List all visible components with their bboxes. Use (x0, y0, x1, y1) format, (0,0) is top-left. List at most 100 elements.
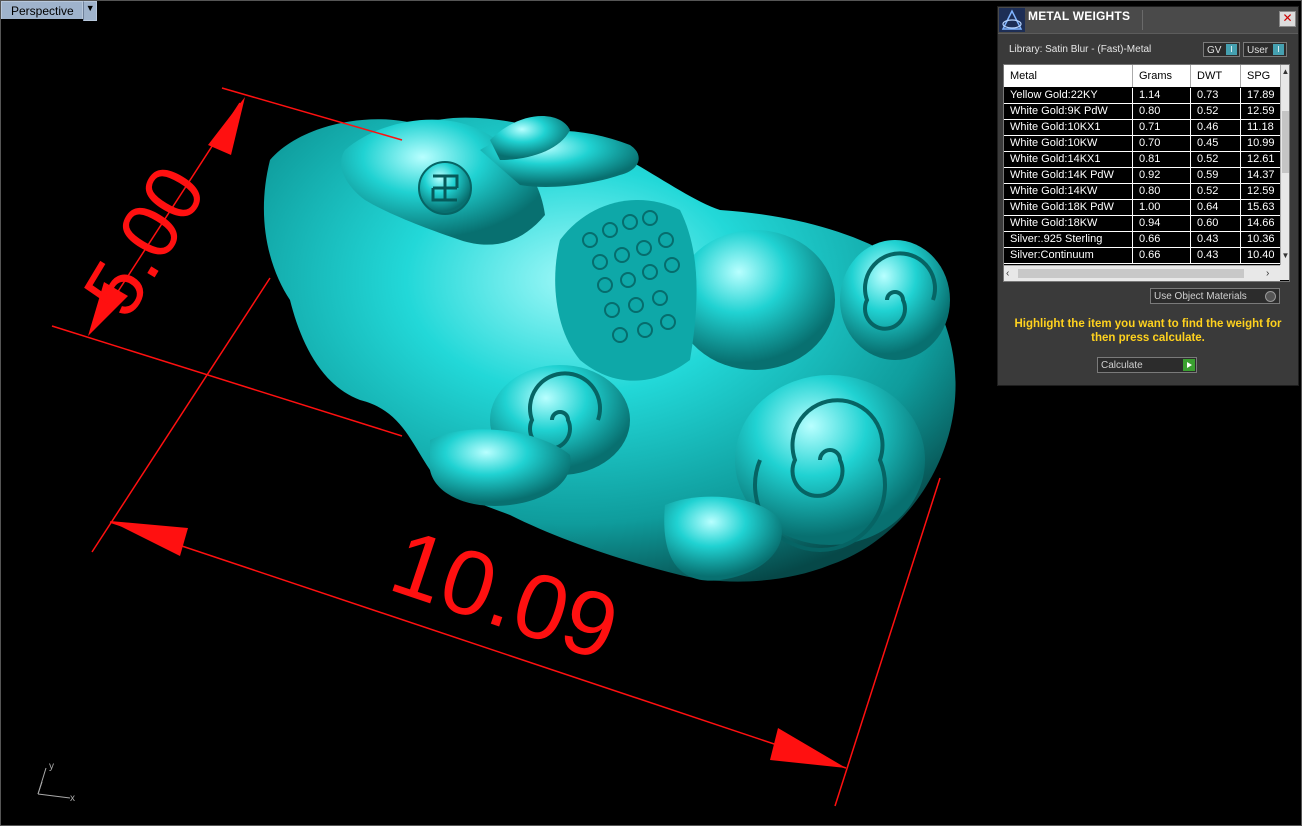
length-extension-left (91, 277, 271, 553)
jade-figurine-model[interactable] (263, 116, 956, 582)
panel-titlebar[interactable]: METAL WEIGHTS ✕ (998, 7, 1298, 34)
column-header-spg[interactable]: SPG (1241, 65, 1281, 87)
use-object-materials-label: Use Object Materials (1154, 291, 1247, 302)
table-body: Yellow Gold:22KY 1.14 0.73 17.89 White Gold:… (1004, 88, 1281, 264)
calculate-label: Calculate (1101, 360, 1143, 371)
viewport-menu-arrow-icon[interactable]: ▼ (82, 1, 97, 21)
close-icon[interactable]: ✕ (1279, 11, 1296, 27)
gv-toggle[interactable]: GV I (1203, 42, 1240, 57)
height-arrow-top (208, 97, 245, 155)
cell-spg: 10.40 (1241, 248, 1281, 263)
scroll-up-arrow-icon[interactable]: ▲ (1281, 67, 1289, 77)
scroll-right-arrow-icon[interactable]: › (1266, 266, 1276, 281)
cell-metal: Silver:.925 Sterling (1004, 232, 1133, 247)
table-row[interactable]: White Gold:18K PdW 1.00 0.64 15.63 (1004, 200, 1281, 216)
column-header-metal[interactable]: Metal (1004, 65, 1133, 87)
cell-grams: 0.71 (1133, 120, 1191, 135)
toggle-indicator-icon: I (1226, 44, 1237, 55)
column-header-dwt[interactable]: DWT (1191, 65, 1241, 87)
titlebar-divider (1142, 10, 1143, 30)
table-row[interactable]: Silver:.925 Sterling 0.66 0.43 10.36 (1004, 232, 1281, 248)
table-header: Metal Grams DWT SPG (1004, 65, 1280, 87)
cell-grams: 0.94 (1133, 216, 1191, 231)
instruction-text: Highlight the item you want to find the … (1014, 318, 1282, 344)
scrollbar-corner (1280, 265, 1289, 280)
cell-grams: 0.80 (1133, 104, 1191, 119)
table-row[interactable]: White Gold:10KX1 0.71 0.46 11.18 (1004, 120, 1281, 136)
vertical-scroll-thumb[interactable] (1282, 111, 1289, 173)
metal-weights-panel[interactable]: METAL WEIGHTS ✕ Library: Satin Blur - (F… (997, 6, 1299, 386)
use-object-materials-option[interactable]: Use Object Materials (1150, 288, 1280, 304)
cell-grams: 0.70 (1133, 136, 1191, 151)
vertical-scrollbar[interactable]: ▲ ▼ (1280, 65, 1289, 265)
radio-icon[interactable] (1265, 291, 1276, 302)
table-row[interactable]: Silver:Continuum 0.66 0.43 10.40 (1004, 248, 1281, 264)
cell-dwt: 0.52 (1191, 104, 1241, 119)
table-row[interactable]: White Gold:18KW 0.94 0.60 14.66 (1004, 216, 1281, 232)
cell-dwt: 0.59 (1191, 168, 1241, 183)
viewport-title[interactable]: Perspective (1, 1, 83, 19)
cell-grams: 0.81 (1133, 152, 1191, 167)
cell-metal: White Gold:18K PdW (1004, 200, 1133, 215)
calculate-button[interactable]: Calculate (1097, 357, 1197, 373)
cell-spg: 12.61 (1241, 152, 1281, 167)
cell-dwt: 0.43 (1191, 232, 1241, 247)
cell-dwt: 0.73 (1191, 88, 1241, 103)
length-arrow-left (110, 521, 188, 556)
table-row[interactable]: White Gold:14K PdW 0.92 0.59 14.37 (1004, 168, 1281, 184)
cell-dwt: 0.46 (1191, 120, 1241, 135)
cell-spg: 14.66 (1241, 216, 1281, 231)
cell-dwt: 0.45 (1191, 136, 1241, 151)
cell-spg: 14.37 (1241, 168, 1281, 183)
cell-spg: 17.89 (1241, 88, 1281, 103)
cell-spg: 12.59 (1241, 184, 1281, 199)
cell-dwt: 0.43 (1191, 248, 1241, 263)
cell-grams: 1.14 (1133, 88, 1191, 103)
table-row[interactable]: White Gold:9K PdW 0.80 0.52 12.59 (1004, 104, 1281, 120)
cell-metal: Yellow Gold:22KY (1004, 88, 1133, 103)
cell-grams: 0.66 (1133, 248, 1191, 263)
length-arrow-right (770, 728, 846, 768)
cell-spg: 12.59 (1241, 104, 1281, 119)
horizontal-scroll-thumb[interactable] (1018, 269, 1244, 278)
table-row[interactable]: White Gold:14KW 0.80 0.52 12.59 (1004, 184, 1281, 200)
panel-title: METAL WEIGHTS (1028, 9, 1131, 23)
cell-metal: White Gold:10KW (1004, 136, 1133, 151)
table-row[interactable]: White Gold:10KW 0.70 0.45 10.99 (1004, 136, 1281, 152)
cell-dwt: 0.60 (1191, 216, 1241, 231)
cell-spg: 15.63 (1241, 200, 1281, 215)
height-dimension-label: 5.00 (66, 151, 222, 330)
cell-grams: 1.00 (1133, 200, 1191, 215)
table-row[interactable]: White Gold:14KX1 0.81 0.52 12.61 (1004, 152, 1281, 168)
user-toggle-label: User (1247, 45, 1269, 56)
horizontal-scrollbar[interactable]: ‹ › (1004, 265, 1280, 281)
cell-metal: White Gold:14KX1 (1004, 152, 1133, 167)
cell-dwt: 0.52 (1191, 184, 1241, 199)
matrix-logo-icon (999, 8, 1025, 32)
cell-grams: 0.66 (1133, 232, 1191, 247)
cell-spg: 10.99 (1241, 136, 1281, 151)
toggle-indicator-icon: I (1273, 44, 1284, 55)
scroll-left-arrow-icon[interactable]: ‹ (1006, 266, 1016, 281)
column-header-grams[interactable]: Grams (1133, 65, 1191, 87)
cell-metal: White Gold:18KW (1004, 216, 1133, 231)
cell-dwt: 0.52 (1191, 152, 1241, 167)
cell-spg: 11.18 (1241, 120, 1281, 135)
viewport-tab[interactable]: Perspective ▼ (1, 1, 97, 21)
cell-metal: White Gold:14K PdW (1004, 168, 1133, 183)
table-row[interactable]: Yellow Gold:22KY 1.14 0.73 17.89 (1004, 88, 1281, 104)
cell-spg: 10.36 (1241, 232, 1281, 247)
metal-weights-table[interactable]: Metal Grams DWT SPG Yellow Gold:22KY 1.14… (1003, 64, 1290, 282)
library-label: Library: Satin Blur - (Fast)-Metal (1009, 44, 1152, 55)
cell-dwt: 0.64 (1191, 200, 1241, 215)
cell-grams: 0.80 (1133, 184, 1191, 199)
scroll-down-arrow-icon[interactable]: ▼ (1281, 251, 1289, 261)
axis-label-y: y (49, 761, 54, 772)
play-icon (1183, 359, 1195, 371)
gv-toggle-label: GV (1207, 45, 1222, 56)
axis-triad-icon: x y (37, 761, 75, 804)
user-toggle[interactable]: User I (1243, 42, 1287, 57)
cell-metal: White Gold:10KX1 (1004, 120, 1133, 135)
buddha-face (675, 230, 835, 370)
cell-metal: White Gold:9K PdW (1004, 104, 1133, 119)
